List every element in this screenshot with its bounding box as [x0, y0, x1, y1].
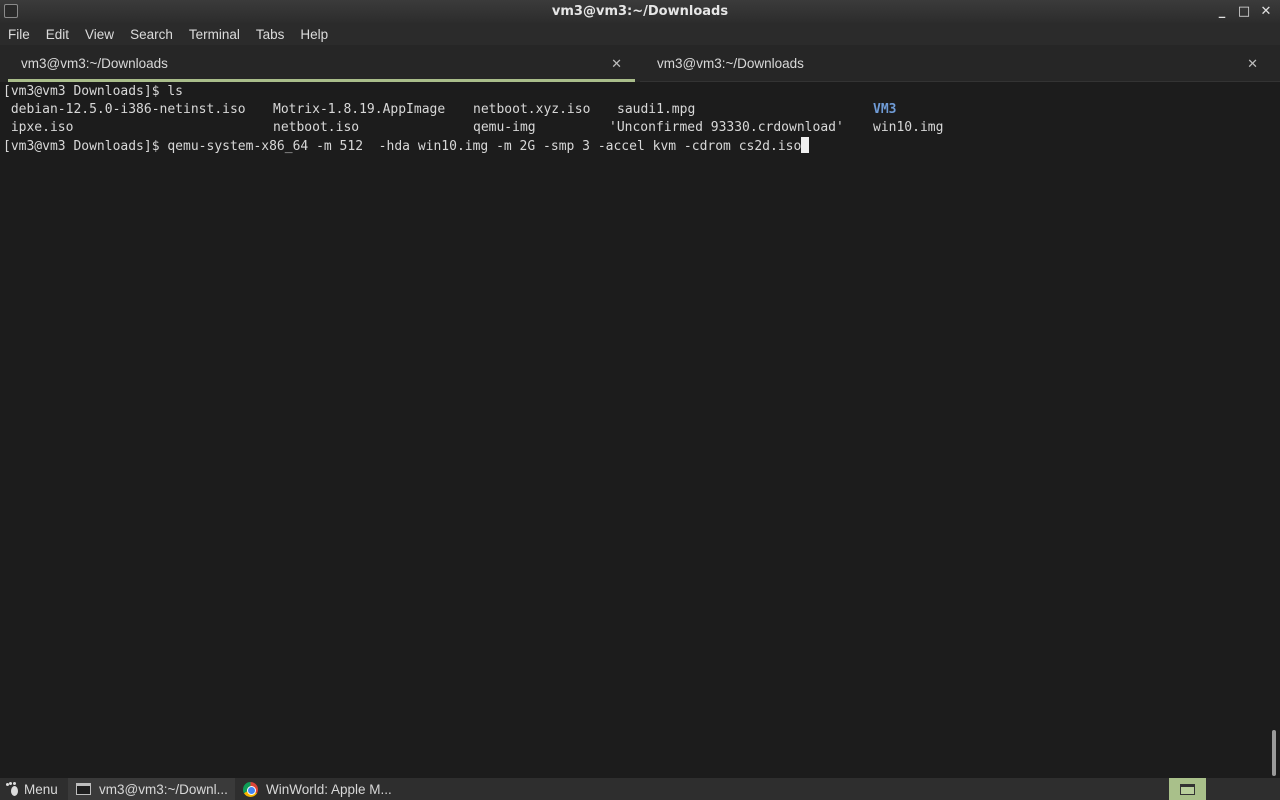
ls-entry: netboot.iso [273, 120, 360, 135]
ls-output-row: ipxe.iso netboot.iso qemu-img 'Unconfirm… [3, 119, 1268, 137]
menu-terminal[interactable]: Terminal [189, 27, 240, 42]
menu-label: Menu [24, 781, 58, 797]
ls-entry: ipxe.iso [3, 120, 74, 135]
tab-close-icon[interactable]: ✕ [611, 56, 622, 72]
menu-view[interactable]: View [85, 27, 114, 42]
ls-entry: netboot.xyz.iso [473, 102, 591, 117]
terminal-icon [76, 783, 91, 795]
start-menu-button[interactable]: Menu [0, 778, 68, 800]
menu-tabs[interactable]: Tabs [256, 27, 285, 42]
workspace-switcher[interactable] [1169, 778, 1206, 800]
menu-help[interactable]: Help [300, 27, 328, 42]
tab-label: vm3@vm3:~/Downloads [21, 56, 168, 71]
ls-entry: Motrix-1.8.19.AppImage [273, 102, 446, 117]
taskbar: Menu vm3@vm3:~/Downl... WinWorld: Apple … [0, 778, 1280, 800]
menu-bar: File Edit View Search Terminal Tabs Help [0, 23, 1280, 45]
menu-edit[interactable]: Edit [46, 27, 69, 42]
menu-search[interactable]: Search [130, 27, 173, 42]
tab-2[interactable]: vm3@vm3:~/Downloads ✕ [640, 45, 1280, 82]
prompt-line: [vm3@vm3 Downloads]$ ls [3, 84, 184, 99]
command-line[interactable]: [vm3@vm3 Downloads]$ qemu-system-x86_64 … [3, 137, 1268, 155]
ls-output-row: debian-12.5.0-i386-netinst.iso Motrix-1.… [3, 101, 1268, 119]
menu-file[interactable]: File [8, 27, 30, 42]
ls-entry: debian-12.5.0-i386-netinst.iso [3, 102, 246, 117]
terminal-scrollbar[interactable] [1268, 83, 1280, 778]
ls-entry: qemu-img [473, 120, 536, 135]
maximize-icon[interactable]: □ [1236, 2, 1252, 20]
title-bar[interactable]: vm3@vm3:~/Downloads _ □ ✕ [0, 0, 1280, 23]
tab-bar: vm3@vm3:~/Downloads ✕ vm3@vm3:~/Download… [0, 45, 1280, 82]
taskbar-item-browser[interactable]: WinWorld: Apple M... [235, 778, 402, 800]
gnome-foot-icon [6, 781, 18, 796]
ls-directory-entry: VM3 [873, 102, 897, 117]
terminal-window: vm3@vm3:~/Downloads _ □ ✕ File Edit View… [0, 0, 1280, 778]
scrollbar-thumb[interactable] [1272, 730, 1276, 776]
minimize-icon[interactable]: _ [1214, 2, 1230, 20]
workspace-window-icon [1180, 783, 1195, 795]
text-cursor [801, 137, 810, 153]
taskbar-item-terminal[interactable]: vm3@vm3:~/Downl... [68, 778, 235, 800]
taskbar-item-label: WinWorld: Apple M... [266, 781, 392, 797]
terminal-output[interactable]: [vm3@vm3 Downloads]$ ls debian-12.5.0-i3… [0, 83, 1268, 778]
window-title: vm3@vm3:~/Downloads [551, 4, 729, 19]
close-icon[interactable]: ✕ [1258, 2, 1274, 20]
command-text: [vm3@vm3 Downloads]$ qemu-system-x86_64 … [3, 139, 802, 154]
window-icon[interactable] [4, 4, 18, 18]
window-controls: _ □ ✕ [1214, 2, 1274, 20]
ls-entry: win10.img [873, 120, 944, 135]
ls-entry: saudi1.mpg [617, 102, 696, 117]
tab-close-icon[interactable]: ✕ [1247, 56, 1258, 72]
taskbar-item-label: vm3@vm3:~/Downl... [99, 781, 228, 797]
tab-label: vm3@vm3:~/Downloads [657, 56, 804, 71]
chrome-icon [243, 781, 258, 797]
ls-entry: 'Unconfirmed 93330.crdownload' [609, 120, 844, 135]
tab-1[interactable]: vm3@vm3:~/Downloads ✕ [0, 45, 640, 82]
